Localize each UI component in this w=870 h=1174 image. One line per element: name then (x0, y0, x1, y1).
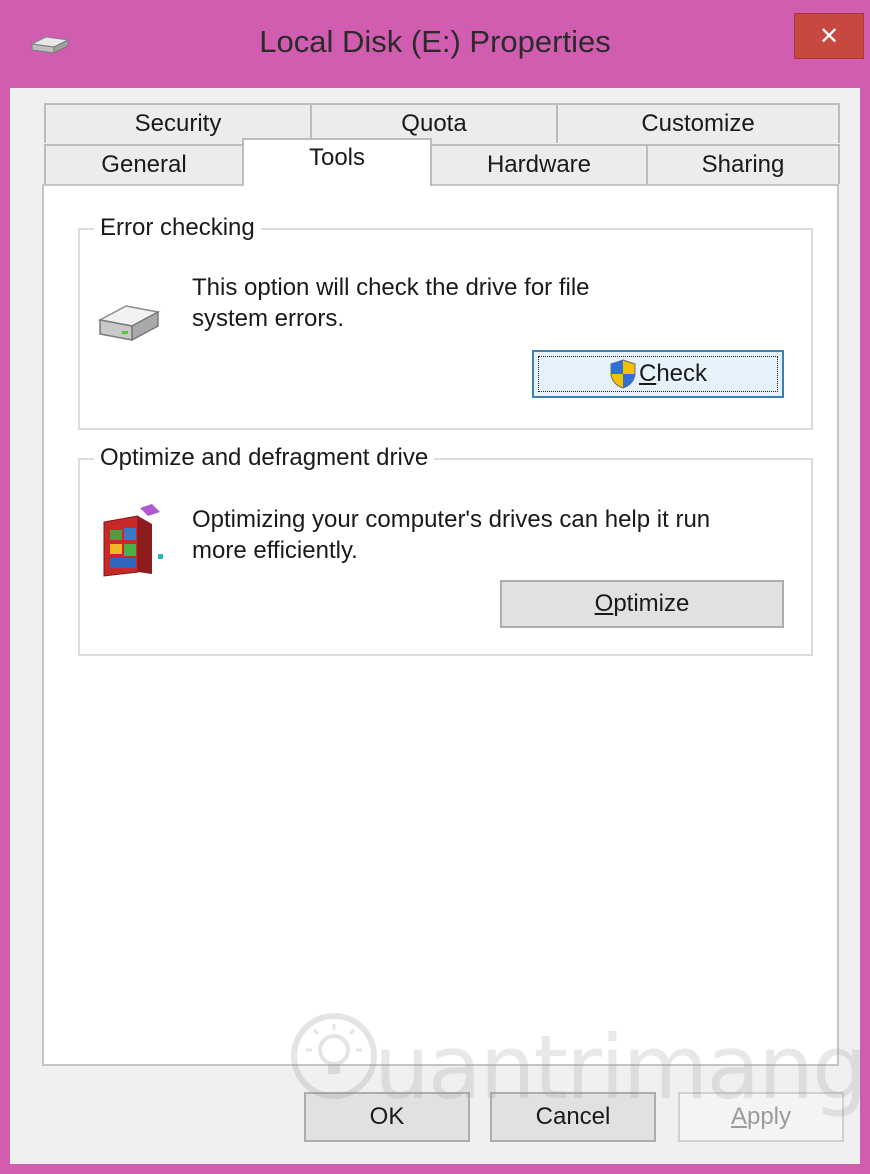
optimize-button-label: Optimize (594, 590, 690, 617)
defrag-icon (103, 504, 163, 577)
close-button[interactable]: ✕ (794, 13, 864, 59)
error-checking-description-line1: This option will check the drive for fil… (192, 274, 590, 301)
tab-label: Security (134, 110, 222, 137)
watermark: uantrimang (274, 1006, 868, 1126)
tab-customize[interactable]: Customize (556, 103, 840, 143)
tab-general[interactable]: General (44, 144, 244, 184)
lightbulb-logo-icon (291, 1013, 377, 1099)
tab-tools[interactable]: Tools (242, 138, 432, 186)
window-title: Local Disk (E:) Properties (259, 24, 611, 59)
tab-sharing[interactable]: Sharing (646, 144, 840, 184)
tab-label: Quota (401, 110, 467, 137)
dialog-client-area: Security Quota Customize General Tools H… (10, 88, 868, 1164)
error-checking-description-line2: system errors. (192, 305, 345, 332)
close-icon: ✕ (818, 22, 840, 50)
check-button-label: Check (638, 360, 708, 387)
tab-label: Hardware (486, 151, 592, 178)
tab-security[interactable]: Security (44, 103, 312, 143)
check-button[interactable]: Check (532, 350, 784, 398)
tab-label: Tools (308, 144, 366, 171)
tools-tab-panel: Error checking This option will check th… (42, 184, 868, 1119)
title-bar[interactable]: Local Disk (E:) Properties ✕ (0, 0, 870, 88)
tab-quota[interactable]: Quota (310, 103, 558, 143)
optimize-title: Optimize and defragment drive (94, 444, 435, 472)
tab-hardware[interactable]: Hardware (430, 144, 648, 184)
watermark-text: uantrimang (374, 1016, 868, 1119)
tab-label: Customize (641, 110, 755, 137)
uac-shield-icon (610, 359, 636, 389)
optimize-group: Optimize and defragment drive Optimizing… (78, 444, 813, 656)
error-checking-title: Error checking (94, 214, 261, 242)
tab-label: Sharing (701, 151, 785, 178)
hard-drive-icon (97, 305, 161, 342)
tab-label: General (101, 151, 187, 178)
optimize-description-line2: more efficiently. (192, 537, 358, 564)
optimize-description-line1: Optimizing your computer's drives can he… (192, 506, 711, 533)
optimize-button[interactable]: Optimize (500, 580, 784, 628)
error-checking-group: Error checking This option will check th… (78, 214, 813, 430)
properties-window: Local Disk (E:) Properties ✕ Security Qu… (0, 0, 870, 1174)
